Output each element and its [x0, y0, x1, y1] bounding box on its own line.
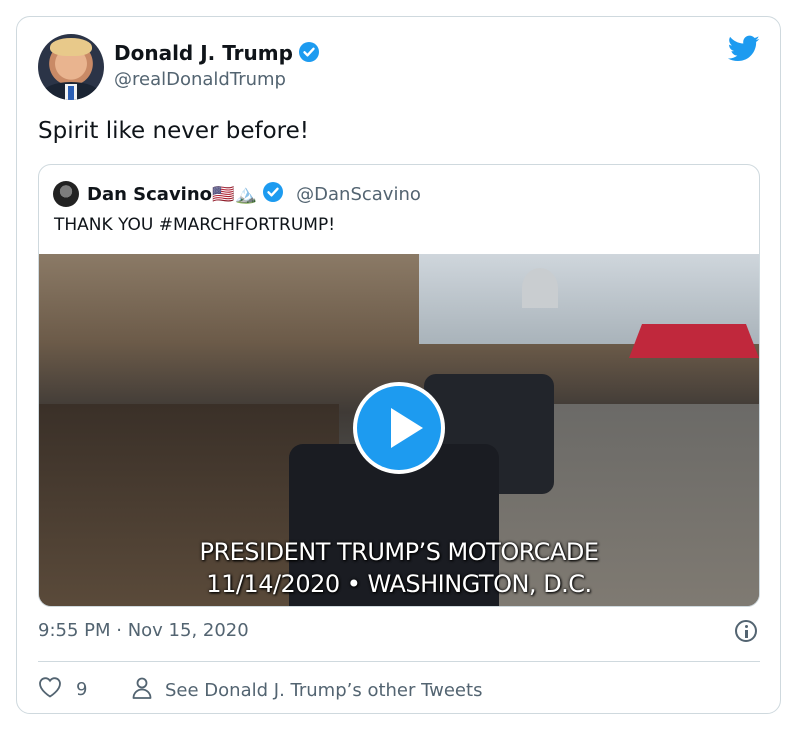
see-other-tweets-label: See Donald J. Trump’s other Tweets: [165, 680, 483, 701]
see-other-tweets-link[interactable]: See Donald J. Trump’s other Tweets: [131, 676, 482, 705]
quoted-author-avatar[interactable]: [53, 181, 79, 207]
verified-badge-icon: [298, 41, 320, 68]
quoted-tweet-text: THANK YOU #MARCHFORTRUMP!: [54, 215, 336, 235]
video-player[interactable]: PRESIDENT TRUMP’S MOTORCADE 11/14/2020 •…: [39, 254, 759, 606]
author-name-row[interactable]: Donald J. Trump: [114, 41, 320, 68]
video-caption-line1: PRESIDENT TRUMP’S MOTORCADE: [199, 538, 599, 566]
heart-icon: [38, 676, 62, 703]
divider: [38, 661, 760, 662]
quoted-author-handle: @DanScavino: [296, 184, 421, 205]
play-icon: [391, 408, 423, 448]
play-button[interactable]: [353, 382, 445, 474]
person-icon: [131, 676, 153, 705]
tweet-text: Spirit like never before!: [38, 118, 310, 144]
author-name[interactable]: Donald J. Trump: [114, 41, 293, 65]
info-icon[interactable]: [735, 620, 757, 642]
tweet-card[interactable]: Donald J. Trump @realDonaldTrump Spirit …: [16, 16, 781, 714]
avatar-tie: [68, 86, 74, 100]
author-handle[interactable]: @realDonaldTrump: [114, 69, 286, 90]
quoted-author-name-row[interactable]: Dan Scavino🇺🇸🏔️ @DanScavino: [87, 181, 421, 208]
tweet-timestamp[interactable]: 9:55 PM · Nov 15, 2020: [38, 620, 249, 641]
like-button[interactable]: 9: [38, 676, 87, 703]
quoted-verified-badge-icon: [262, 181, 284, 208]
author-avatar[interactable]: [38, 34, 104, 100]
video-caption-line2: 11/14/2020 • WASHINGTON, D.C.: [206, 570, 592, 598]
avatar-hair: [50, 38, 92, 56]
like-count: 9: [76, 679, 88, 700]
video-scene-capitol-dome: [522, 268, 558, 308]
info-icon-bar: [745, 630, 748, 638]
quoted-tweet[interactable]: Dan Scavino🇺🇸🏔️ @DanScavino THANK YOU #M…: [38, 164, 760, 607]
info-icon-dot: [745, 625, 748, 628]
twitter-bird-icon[interactable]: [727, 35, 760, 67]
quoted-author-name: Dan Scavino🇺🇸🏔️: [87, 184, 257, 205]
video-scene-tent: [629, 324, 759, 358]
